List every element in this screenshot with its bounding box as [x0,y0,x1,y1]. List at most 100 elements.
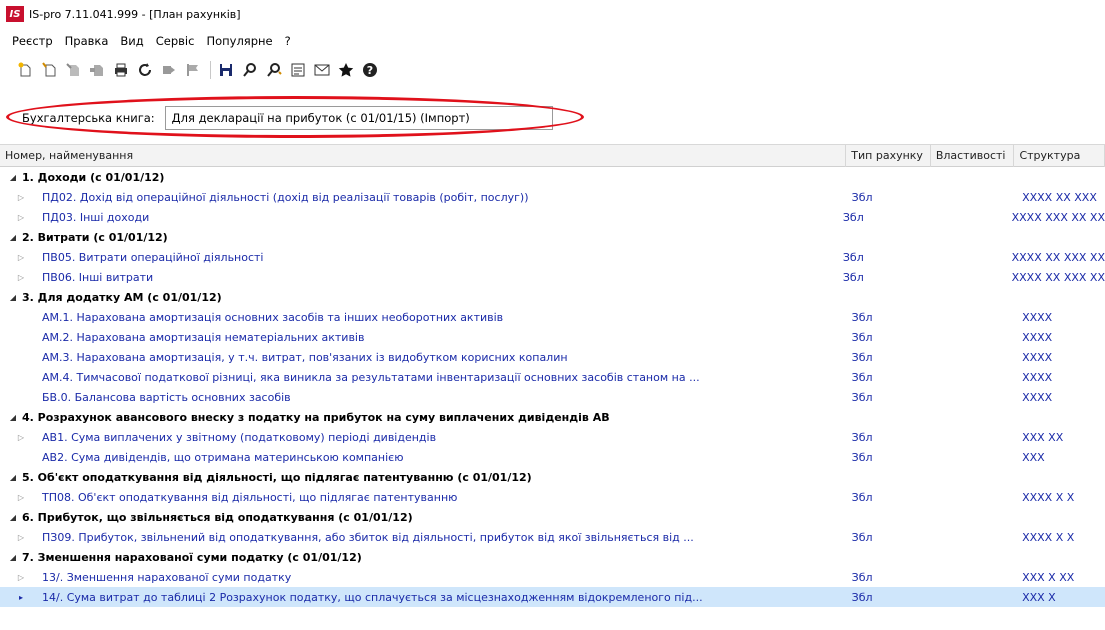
row-name-cell: ◢ 7. Зменшення нарахованої суми податку (… [0,551,847,564]
collapse-toggle-icon[interactable]: ◢ [0,473,22,482]
table-row[interactable]: ▷ ПВ05. Витрати операційної діяльності Збл… [0,247,1105,267]
table-row[interactable]: ▷ АВ1. Сума виплачених у звітному (податк… [0,427,1105,447]
table-row[interactable]: ▷ ПЗ09. Прибуток, звільнений від оподатку… [0,527,1105,547]
table-row[interactable]: ▷ 13/. Зменшення нарахованої суми податку… [0,567,1105,587]
mail-icon[interactable] [311,59,333,81]
menu-help[interactable]: ? [279,34,297,48]
expand-toggle-icon[interactable]: ▷ [14,193,28,202]
row-name-cell: ◢ 4. Розрахунок авансового внеску з подат… [0,411,847,424]
menu-edit[interactable]: Правка [59,34,115,48]
search-icon[interactable] [239,59,261,81]
row-type: Збл [851,350,873,364]
book-dropdown[interactable]: Для декларації на прибуток (с 01/01/15) … [164,106,553,130]
grid-body: ◢ 1. Доходи (с 01/01/12) ▷ ПД02. Дохід від … [0,167,1105,607]
indent-spacer: ▷ [0,253,28,262]
collapse-toggle-icon[interactable]: ◢ [0,173,22,182]
delete-icon[interactable] [86,59,108,81]
table-row[interactable]: ▸ 14/. Сума витрат до таблиці 2 Розрахуно… [0,587,1105,607]
table-group-row[interactable]: ◢ 5. Об'єкт оподаткування від діяльності,… [0,467,1105,487]
table-group-row[interactable]: ◢ 4. Розрахунок авансового внеску з подат… [0,407,1105,427]
menu-view[interactable]: Вид [114,34,149,48]
row-name: 5. Об'єкт оподаткування від діяльності, … [22,470,532,484]
row-name-cell: АМ.1. Нарахована амортизація основних за… [0,311,847,324]
table-row[interactable]: АМ.3. Нарахована амортизація, у т.ч. вит… [0,347,1105,367]
collapse-toggle-icon[interactable]: ◢ [0,293,22,302]
expand-toggle-icon[interactable]: ▷ [14,253,28,262]
collapse-toggle-icon[interactable]: ◢ [0,233,22,242]
row-name-cell: ▷ ТП08. Об'єкт оподаткування від діяльнос… [0,491,847,504]
edit-doc-icon[interactable] [62,59,84,81]
collapse-toggle-icon[interactable]: ◢ [0,553,22,562]
menu-registry[interactable]: Реєстр [6,34,59,48]
expand-toggle-icon[interactable]: ▸ [14,593,28,602]
table-group-row[interactable]: ◢ 2. Витрати (с 01/01/12) [0,227,1105,247]
table-group-row[interactable]: ◢ 1. Доходи (с 01/01/12) [0,167,1105,187]
row-name-cell: АМ.2. Нарахована амортизація нематеріаль… [0,331,847,344]
row-structure: XXXX [1022,370,1053,384]
row-type: Збл [842,270,864,284]
row-type: Збл [851,330,873,344]
table-row[interactable]: АВ2. Сума дивідендів, що отримана матери… [0,447,1105,467]
expand-toggle-icon[interactable]: ▷ [14,533,28,542]
expand-toggle-icon[interactable]: ▷ [14,273,28,282]
collapse-toggle-icon[interactable]: ◢ [0,513,22,522]
row-type: Збл [842,250,864,264]
table-row[interactable]: ▷ ПД02. Дохід від операційної діяльності … [0,187,1105,207]
row-name-cell: ▷ АВ1. Сума виплачених у звітному (податк… [0,431,847,444]
table-row[interactable]: ▷ ПД03. Інші доходи Збл XXXX XXX XX XX [0,207,1105,227]
table-group-row[interactable]: ◢ 7. Зменшення нарахованої суми податку (… [0,547,1105,567]
table-group-row[interactable]: ◢ 6. Прибуток, що звільняється від оподат… [0,507,1105,527]
column-header-structure[interactable]: Структура [1014,144,1105,167]
svg-text:?: ? [367,64,373,77]
row-structure: XXXX XX XXX XX [1011,270,1105,284]
indent-spacer: ▷ [0,213,28,222]
grid-header: Номер, найменування Тип рахунку Властиво… [0,144,1105,167]
row-name: 13/. Зменшення нарахованої суми податку [42,570,292,584]
move-icon[interactable] [158,59,180,81]
menu-service[interactable]: Сервіс [150,34,201,48]
flag-icon[interactable] [182,59,204,81]
table-row[interactable]: АМ.1. Нарахована амортизація основних за… [0,307,1105,327]
row-structure: XXXX X X [1022,490,1075,504]
column-header-type[interactable]: Тип рахунку [846,144,931,167]
table-group-row[interactable]: ◢ 3. Для додатку АМ (с 01/01/12) [0,287,1105,307]
expand-toggle-icon[interactable]: ▷ [14,573,28,582]
toolbar-separator [210,61,211,79]
star-icon[interactable] [335,59,357,81]
row-name-cell: ◢ 6. Прибуток, що звільняється від оподат… [0,511,847,524]
indent-spacer: ▷ [0,273,28,282]
row-type: Збл [851,190,873,204]
row-name: АМ.1. Нарахована амортизація основних за… [42,310,504,324]
table-row[interactable]: АМ.2. Нарахована амортизація нематеріаль… [0,327,1105,347]
row-name: 2. Витрати (с 01/01/12) [22,230,168,244]
table-row[interactable]: БВ.0. Балансова вартість основних засобі… [0,387,1105,407]
row-structure: XXX X XX [1022,570,1075,584]
row-name: ПВ05. Витрати операційної діяльності [42,250,264,264]
table-row[interactable]: ▷ ТП08. Об'єкт оподаткування від діяльнос… [0,487,1105,507]
table-row[interactable]: ▷ ПВ06. Інші витрати Збл XXXX XX XXX XX [0,267,1105,287]
menu-popular[interactable]: Популярне [200,34,278,48]
indent-spacer: ▷ [0,433,28,442]
help-icon[interactable]: ? [359,59,381,81]
row-structure: XXXX XX XXX XX [1011,250,1105,264]
form-icon[interactable] [287,59,309,81]
expand-toggle-icon[interactable]: ▷ [14,493,28,502]
new-doc-icon[interactable] [14,59,36,81]
refresh-icon[interactable] [134,59,156,81]
row-name-cell: АВ2. Сума дивідендів, що отримана матери… [0,451,847,464]
expand-toggle-icon[interactable]: ▷ [14,433,28,442]
column-header-properties[interactable]: Властивості [931,144,1015,167]
table-row[interactable]: АМ.4. Тимчасової податкової різниці, яка… [0,367,1105,387]
copy-doc-icon[interactable] [38,59,60,81]
row-name: ТП08. Об'єкт оподаткування від діяльност… [42,490,458,504]
print-icon[interactable] [110,59,132,81]
row-name-cell: ◢ 3. Для додатку АМ (с 01/01/12) [0,291,847,304]
row-name-cell: ▷ ПД03. Інші доходи [0,211,838,224]
find-next-icon[interactable] [263,59,285,81]
column-header-name[interactable]: Номер, найменування [0,144,847,167]
save-icon[interactable] [215,59,237,81]
expand-toggle-icon[interactable]: ▷ [14,213,28,222]
row-type: Збл [851,390,873,404]
row-name: АВ1. Сума виплачених у звітному (податко… [42,430,437,444]
collapse-toggle-icon[interactable]: ◢ [0,413,22,422]
